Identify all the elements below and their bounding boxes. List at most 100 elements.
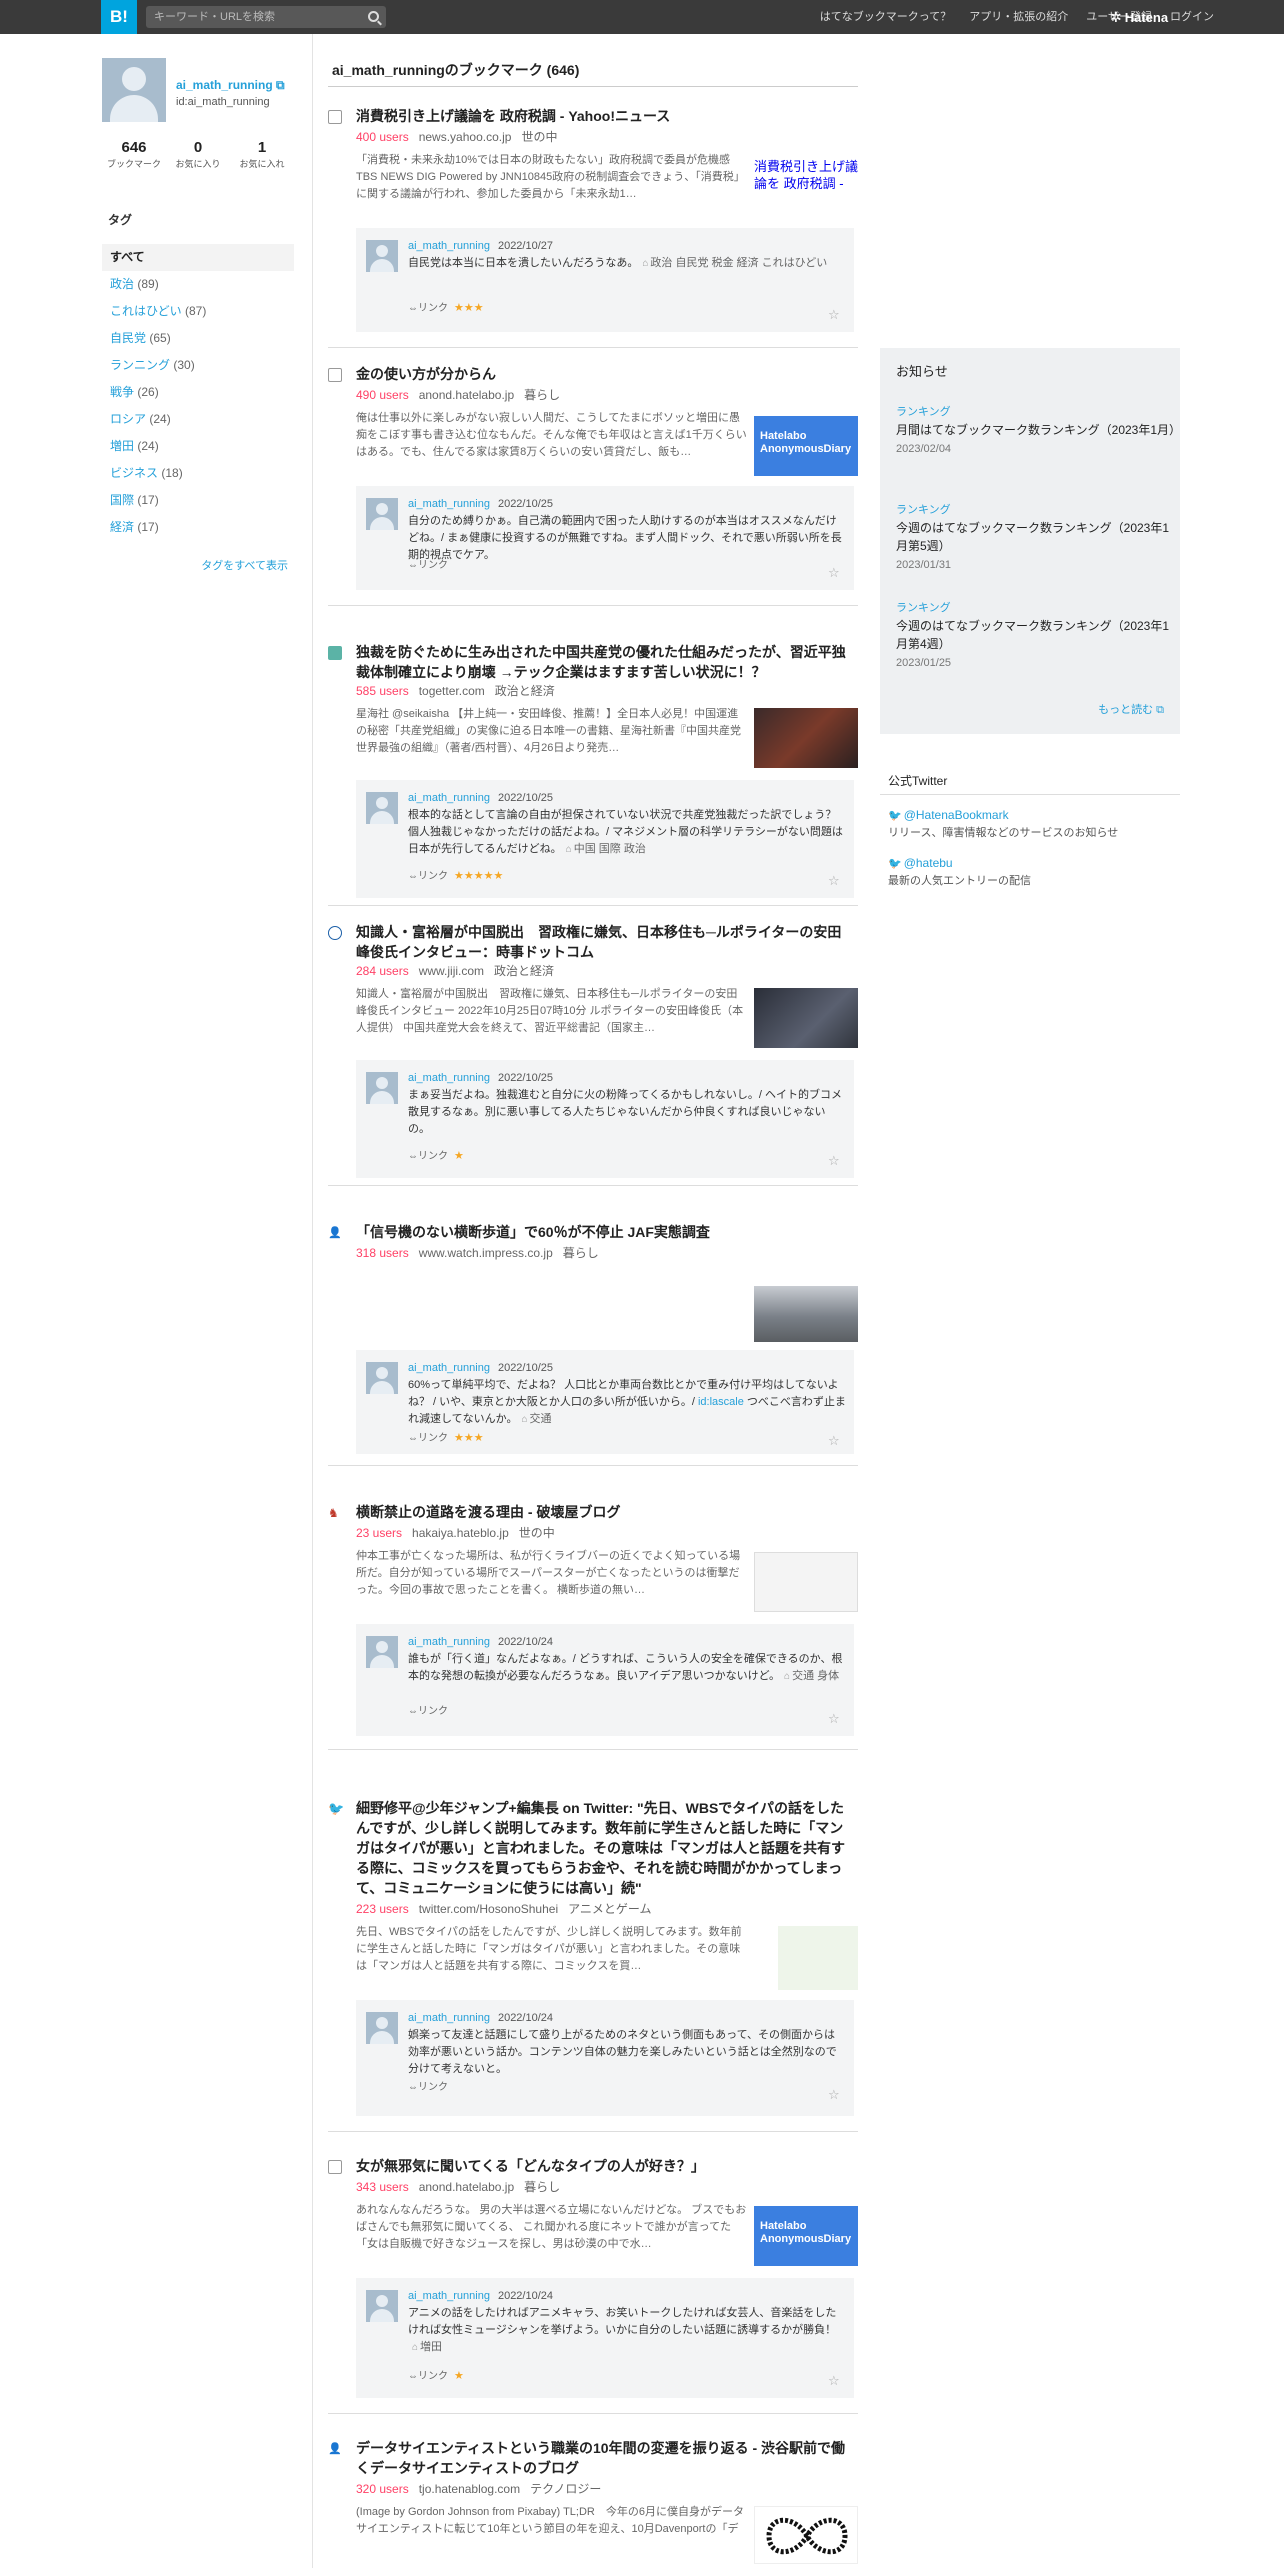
comment-user[interactable]: ai_math_running xyxy=(408,240,490,252)
tag-item[interactable]: ビジネス (18) xyxy=(102,460,294,487)
notice-title[interactable]: 今週のはてなブックマーク数ランキング（2023年1月第5週） xyxy=(896,519,1176,555)
comment-link[interactable]: ⇔リンク ★ xyxy=(408,2368,464,2385)
comment-link[interactable]: ⇔リンク xyxy=(408,2080,448,2095)
comment-tag[interactable]: 増田 xyxy=(420,2341,442,2353)
comment-avatar[interactable] xyxy=(366,1072,398,1104)
entry-domain[interactable]: togetter.com xyxy=(419,684,485,698)
entry-title[interactable]: 細野修平@少年ジャンプ+編集長 on Twitter: "先日、WBSでタイパの… xyxy=(356,1798,854,1898)
comment-user[interactable]: ai_math_running xyxy=(408,1636,490,1648)
entry-category[interactable]: テクノロジー xyxy=(530,2482,601,2496)
tag-item[interactable]: 国際 (17) xyxy=(102,487,294,514)
star-rating[interactable]: ★★★★★ xyxy=(454,870,503,882)
comment-link[interactable]: ⇔リンク ★★★★★ xyxy=(408,868,503,885)
comment-link[interactable]: ⇔リンク xyxy=(408,1704,448,1719)
notice-title[interactable]: 月間はてなブックマーク数ランキング（2023年1月） xyxy=(896,421,1181,439)
add-star-icon[interactable]: ☆ xyxy=(828,1434,842,1448)
users-count[interactable]: 585 users xyxy=(356,684,409,698)
comment-link[interactable]: ⇔リンク ★★★ xyxy=(408,1430,484,1447)
add-star-icon[interactable]: ☆ xyxy=(828,308,842,322)
comment-tag[interactable]: 交通 xyxy=(530,1413,552,1425)
comment-link[interactable]: ⇔リンク xyxy=(408,558,448,573)
entry-domain[interactable]: anond.hatelabo.jp xyxy=(419,2180,514,2194)
entry-title[interactable]: データサイエンティストという職業の10年間の変遷を振り返る - 渋谷駅前で働くデ… xyxy=(356,2438,854,2478)
comment-date[interactable]: 2022/10/27 xyxy=(498,240,553,252)
tag-item[interactable]: これはひどい (87) xyxy=(102,298,294,325)
entry-thumbnail[interactable] xyxy=(754,708,858,768)
notice-item[interactable]: ランキング 月間はてなブックマーク数ランキング（2023年1月） 2023/02… xyxy=(896,404,1181,457)
users-count[interactable]: 490 users xyxy=(356,388,409,402)
comment-avatar[interactable] xyxy=(366,1362,398,1394)
entry-domain[interactable]: news.yahoo.co.jp xyxy=(419,130,512,144)
comment-date[interactable]: 2022/10/24 xyxy=(498,1636,553,1648)
twitter-handle-link[interactable]: @hatebu xyxy=(888,854,1178,873)
entry-domain[interactable]: anond.hatelabo.jp xyxy=(419,388,514,402)
star-rating[interactable]: ★★★ xyxy=(454,1432,484,1444)
star-rating[interactable]: ★ xyxy=(454,2370,464,2382)
entry-thumbnail[interactable] xyxy=(754,1286,858,1342)
entry-category[interactable]: 政治と経済 xyxy=(494,964,554,978)
users-count[interactable]: 400 users xyxy=(356,130,409,144)
avatar[interactable] xyxy=(102,58,166,122)
search-icon[interactable] xyxy=(368,11,379,22)
tag-item[interactable]: ランニング (30) xyxy=(102,352,294,379)
nav-apps[interactable]: アプリ・拡張の紹介 xyxy=(969,9,1068,26)
entry-thumbnail[interactable] xyxy=(754,988,858,1048)
comment-tag[interactable]: 中国 国際 政治 xyxy=(574,843,646,855)
entry-category[interactable]: 政治と経済 xyxy=(495,684,555,698)
users-count[interactable]: 223 users xyxy=(356,1902,409,1916)
comment-user[interactable]: ai_math_running xyxy=(408,498,490,510)
comment-date[interactable]: 2022/10/24 xyxy=(498,2290,553,2302)
add-star-icon[interactable]: ☆ xyxy=(828,1154,842,1168)
comment-date[interactable]: 2022/10/25 xyxy=(498,1072,553,1084)
entry-title[interactable]: 「信号機のない横断歩道」で60％が不停止 JAF実態調査 xyxy=(356,1222,854,1242)
comment-user[interactable]: ai_math_running xyxy=(408,2012,490,2024)
notice-title[interactable]: 今週のはてなブックマーク数ランキング（2023年1月第4週） xyxy=(896,617,1176,653)
comment-date[interactable]: 2022/10/25 xyxy=(498,1362,553,1374)
tag-item[interactable]: ロシア (24) xyxy=(102,406,294,433)
comment-user[interactable]: ai_math_running xyxy=(408,1362,490,1374)
comment-tag[interactable]: 政治 自民党 税金 経済 これはひどい xyxy=(650,257,827,269)
stat-bookmarks[interactable]: 646 ブックマーク xyxy=(102,138,166,172)
tag-item[interactable]: 経済 (17) xyxy=(102,514,294,541)
comment-user[interactable]: ai_math_running xyxy=(408,792,490,804)
users-count[interactable]: 320 users xyxy=(356,2482,409,2496)
entry-category[interactable]: アニメとゲーム xyxy=(568,1902,651,1916)
read-more-link[interactable]: もっと読む ⧉ xyxy=(1098,702,1164,719)
comment-avatar[interactable] xyxy=(366,1636,398,1668)
notice-category[interactable]: ランキング xyxy=(896,502,1176,519)
notice-item[interactable]: ランキング 今週のはてなブックマーク数ランキング（2023年1月第5週） 202… xyxy=(896,502,1176,573)
entry-title[interactable]: 横断禁止の道路を渡る理由 - 破壊屋ブログ xyxy=(356,1502,854,1522)
entry-domain[interactable]: twitter.com/HosonoShuhei xyxy=(419,1902,558,1916)
entry-domain[interactable]: www.watch.impress.co.jp xyxy=(419,1246,553,1260)
add-star-icon[interactable]: ☆ xyxy=(828,2374,842,2388)
twitter-handle-link[interactable]: @HatenaBookmark xyxy=(888,806,1178,825)
show-all-tags-link[interactable]: タグをすべて表示 xyxy=(201,558,288,575)
comment-avatar[interactable] xyxy=(366,498,398,530)
hatena-bookmark-logo[interactable]: B! xyxy=(101,0,137,34)
notice-category[interactable]: ランキング xyxy=(896,600,1176,617)
entry-domain[interactable]: hakaiya.hateblo.jp xyxy=(412,1526,509,1540)
entry-thumbnail[interactable]: 消費税引き上げ議論を 政府税調 - xyxy=(754,154,858,218)
users-count[interactable]: 284 users xyxy=(356,964,409,978)
hatena-brand[interactable]: ✲ Hatena xyxy=(1110,0,1168,34)
nav-login[interactable]: ログイン xyxy=(1170,9,1214,26)
comment-user[interactable]: ai_math_running xyxy=(408,2290,490,2302)
add-star-icon[interactable]: ☆ xyxy=(828,2088,842,2102)
username-link[interactable]: ai_math_running ⧉ xyxy=(176,76,285,94)
star-rating[interactable]: ★ xyxy=(454,1150,464,1162)
comment-avatar[interactable] xyxy=(366,792,398,824)
search-input[interactable]: キーワード・URLを検索 xyxy=(146,6,386,28)
comment-date[interactable]: 2022/10/25 xyxy=(498,792,553,804)
comment-link[interactable]: ⇔リンク ★★★ xyxy=(408,300,484,317)
tag-item[interactable]: 政治 (89) xyxy=(102,271,294,298)
comment-avatar[interactable] xyxy=(366,2012,398,2044)
entry-thumbnail[interactable] xyxy=(754,1552,858,1612)
users-count[interactable]: 343 users xyxy=(356,2180,409,2194)
notice-item[interactable]: ランキング 今週のはてなブックマーク数ランキング（2023年1月第4週） 202… xyxy=(896,600,1176,671)
entry-domain[interactable]: tjo.hatenablog.com xyxy=(419,2482,520,2496)
star-rating[interactable]: ★★★ xyxy=(454,302,484,314)
entry-domain[interactable]: www.jiji.com xyxy=(419,964,484,978)
add-star-icon[interactable]: ☆ xyxy=(828,1712,842,1726)
comment-date[interactable]: 2022/10/25 xyxy=(498,498,553,510)
tag-item[interactable]: 自民党 (65) xyxy=(102,325,294,352)
